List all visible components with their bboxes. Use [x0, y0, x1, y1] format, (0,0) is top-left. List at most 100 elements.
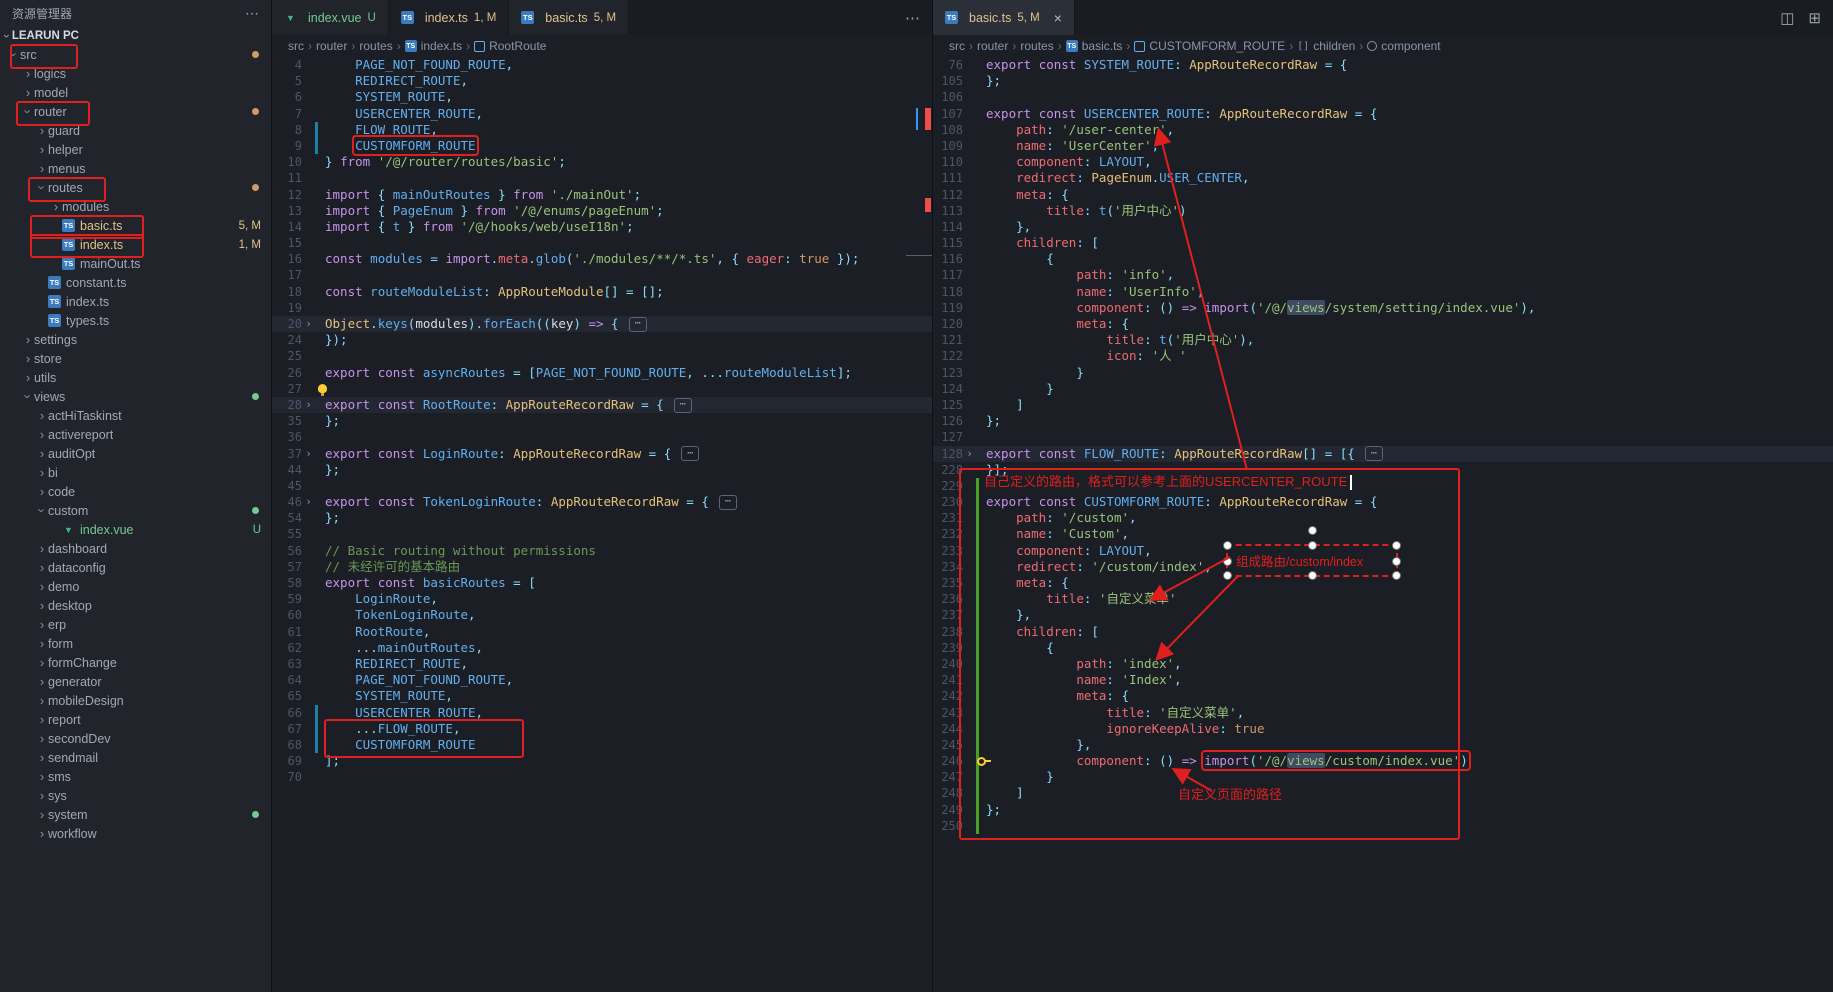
- code-line-45[interactable]: 45: [272, 478, 932, 494]
- breadcrumb-routes[interactable]: routes: [359, 39, 392, 53]
- tree-file-basic.ts[interactable]: TSbasic.ts5, M: [0, 216, 271, 235]
- line-number[interactable]: 247: [933, 769, 963, 785]
- code-line-114[interactable]: 114 },: [933, 219, 1833, 235]
- code-line-108[interactable]: 108 path: '/user-center',: [933, 122, 1833, 138]
- tab-index.vue[interactable]: ▼index.vueU: [272, 0, 389, 35]
- code-line-242[interactable]: 242 meta: {: [933, 688, 1833, 704]
- code-line-18[interactable]: 18const routeModuleList: AppRouteModule[…: [272, 284, 932, 300]
- line-number[interactable]: 61: [272, 624, 302, 640]
- line-number[interactable]: 240: [933, 656, 963, 672]
- line-number[interactable]: 4: [272, 57, 302, 73]
- line-number[interactable]: 66: [272, 705, 302, 721]
- line-number[interactable]: 114: [933, 219, 963, 235]
- code-line-124[interactable]: 124 }: [933, 381, 1833, 397]
- line-number[interactable]: 228: [933, 462, 963, 478]
- code-line-55[interactable]: 55: [272, 526, 932, 542]
- line-number[interactable]: 127: [933, 429, 963, 445]
- code-line-106[interactable]: 106: [933, 89, 1833, 105]
- code-line-243[interactable]: 243 title: '自定义菜单',: [933, 705, 1833, 721]
- tree-folder-routes[interactable]: ›routes: [0, 178, 271, 197]
- line-number[interactable]: 58: [272, 575, 302, 591]
- folded-region-badge[interactable]: ⋯: [629, 317, 647, 332]
- line-number[interactable]: 116: [933, 251, 963, 267]
- close-icon[interactable]: ×: [1054, 11, 1062, 25]
- line-number[interactable]: 70: [272, 769, 302, 785]
- customize-layout-icon[interactable]: ⊞: [1808, 9, 1821, 27]
- folded-region-badge[interactable]: ⋯: [674, 398, 692, 413]
- tree-folder-guard[interactable]: ›guard: [0, 121, 271, 140]
- code-line-46[interactable]: 46›export const TokenLoginRoute: AppRout…: [272, 494, 932, 510]
- breadcrumb-router[interactable]: router: [316, 39, 347, 53]
- code-line-69[interactable]: 69];: [272, 753, 932, 769]
- line-number[interactable]: 14: [272, 219, 302, 235]
- line-number[interactable]: 28: [272, 397, 302, 413]
- code-line-76[interactable]: 76export const SYSTEM_ROUTE: AppRouteRec…: [933, 57, 1833, 73]
- line-number[interactable]: 9: [272, 138, 302, 154]
- code-line-248[interactable]: 248 ]: [933, 785, 1833, 801]
- code-line-236[interactable]: 236 title: '自定义菜单': [933, 591, 1833, 607]
- code-line-26[interactable]: 26export const asyncRoutes = [PAGE_NOT_F…: [272, 365, 932, 381]
- code-line-36[interactable]: 36: [272, 429, 932, 445]
- tree-folder-formChange[interactable]: ›formChange: [0, 653, 271, 672]
- line-number[interactable]: 110: [933, 154, 963, 170]
- line-number[interactable]: 20: [272, 316, 302, 332]
- breadcrumb-router[interactable]: router: [977, 39, 1008, 53]
- code-line-235[interactable]: 235 meta: {: [933, 575, 1833, 591]
- code-line-24[interactable]: 24});: [272, 332, 932, 348]
- code-line-249[interactable]: 249};: [933, 802, 1833, 818]
- code-line-4[interactable]: 4 PAGE_NOT_FOUND_ROUTE,: [272, 57, 932, 73]
- code-line-28[interactable]: 28›export const RootRoute: AppRouteRecor…: [272, 397, 932, 413]
- line-number[interactable]: 19: [272, 300, 302, 316]
- tree-file-mainOut.ts[interactable]: TSmainOut.ts: [0, 254, 271, 273]
- code-line-11[interactable]: 11: [272, 170, 932, 186]
- code-line-115[interactable]: 115 children: [: [933, 235, 1833, 251]
- code-line-20[interactable]: 20›Object.keys(modules).forEach((key) =>…: [272, 316, 932, 332]
- line-number[interactable]: 36: [272, 429, 302, 445]
- tree-folder-model[interactable]: ›model: [0, 83, 271, 102]
- line-number[interactable]: 232: [933, 526, 963, 542]
- code-line-57[interactable]: 57// 未经许可的基本路由: [272, 559, 932, 575]
- line-number[interactable]: 107: [933, 106, 963, 122]
- tree-folder-system[interactable]: ›system: [0, 805, 271, 824]
- line-number[interactable]: 244: [933, 721, 963, 737]
- code-line-244[interactable]: 244 ignoreKeepAlive: true: [933, 721, 1833, 737]
- line-number[interactable]: 54: [272, 510, 302, 526]
- code-line-7[interactable]: 7 USERCENTER_ROUTE,: [272, 106, 932, 122]
- line-number[interactable]: 118: [933, 284, 963, 300]
- tree-folder-workflow[interactable]: ›workflow: [0, 824, 271, 843]
- explorer-more-actions-icon[interactable]: ⋯: [245, 5, 259, 22]
- line-number[interactable]: 109: [933, 138, 963, 154]
- code-line-59[interactable]: 59 LoginRoute,: [272, 591, 932, 607]
- line-number[interactable]: 239: [933, 640, 963, 656]
- line-number[interactable]: 237: [933, 607, 963, 623]
- code-line-54[interactable]: 54};: [272, 510, 932, 526]
- line-number[interactable]: 16: [272, 251, 302, 267]
- breadcrumb-CUSTOMFORM_ROUTE[interactable]: CUSTOMFORM_ROUTE: [1134, 39, 1285, 53]
- code-line-25[interactable]: 25: [272, 348, 932, 364]
- tree-folder-store[interactable]: ›store: [0, 349, 271, 368]
- line-number[interactable]: 57: [272, 559, 302, 575]
- line-number[interactable]: 243: [933, 705, 963, 721]
- code-line-6[interactable]: 6 SYSTEM_ROUTE,: [272, 89, 932, 105]
- line-number[interactable]: 230: [933, 494, 963, 510]
- code-line-246[interactable]: 246 component: () => import('/@/views/cu…: [933, 753, 1833, 769]
- code-line-230[interactable]: 230export const CUSTOMFORM_ROUTE: AppRou…: [933, 494, 1833, 510]
- line-number[interactable]: 108: [933, 122, 963, 138]
- tab-basic.ts[interactable]: TSbasic.ts5, M×: [933, 0, 1075, 35]
- code-line-68[interactable]: 68 CUSTOMFORM_ROUTE: [272, 737, 932, 753]
- line-number[interactable]: 241: [933, 672, 963, 688]
- line-number[interactable]: 8: [272, 122, 302, 138]
- line-number[interactable]: 7: [272, 106, 302, 122]
- code-line-16[interactable]: 16const modules = import.meta.glob('./mo…: [272, 251, 932, 267]
- code-line-228[interactable]: 228}];: [933, 462, 1833, 478]
- line-number[interactable]: 56: [272, 543, 302, 559]
- line-number[interactable]: 123: [933, 365, 963, 381]
- code-line-229[interactable]: 229: [933, 478, 1833, 494]
- line-number[interactable]: 115: [933, 235, 963, 251]
- line-number[interactable]: 59: [272, 591, 302, 607]
- code-line-233[interactable]: 233 component: LAYOUT,: [933, 543, 1833, 559]
- tree-folder-helper[interactable]: ›helper: [0, 140, 271, 159]
- code-line-60[interactable]: 60 TokenLoginRoute,: [272, 607, 932, 623]
- minimap[interactable]: [906, 35, 932, 992]
- breadcrumb-src[interactable]: src: [288, 39, 304, 53]
